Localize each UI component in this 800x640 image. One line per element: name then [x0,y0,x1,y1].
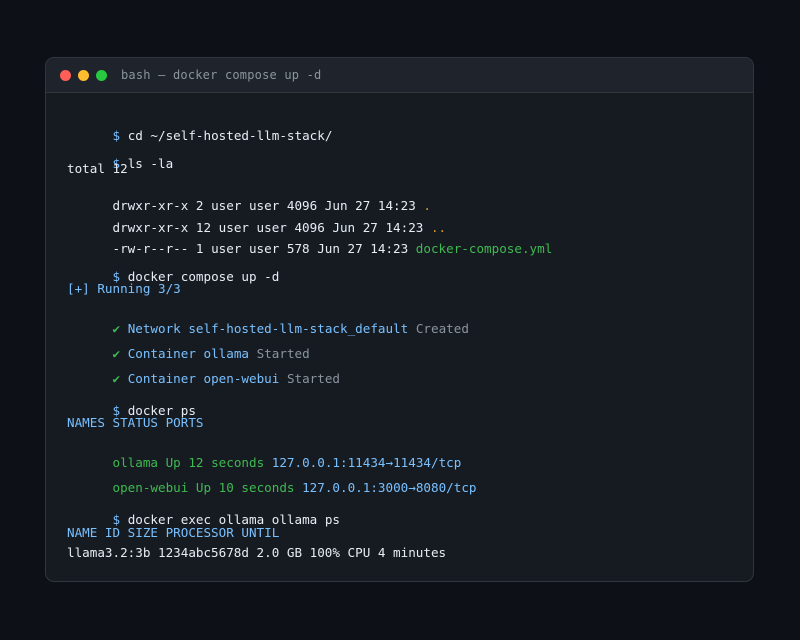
minimize-window-button[interactable] [78,69,89,81]
terminal-window: bash — docker compose up -d $ cd ~/self-… [45,57,754,582]
container-name: open-webui [112,480,189,495]
table-row: llama3.2:3b 1234abc5678d 2.0 GB 100% CPU… [67,545,447,560]
container-ports: 127.0.0.1:3000→8080/tcp [302,480,477,495]
container-status: Up 10 seconds [195,480,295,495]
close-window-button[interactable] [60,69,71,81]
resource-status: Created [415,321,469,336]
output-line: total 12 [67,161,128,176]
file-name: docker-compose.yml [415,241,553,256]
title-bar: bash — docker compose up -d [46,58,753,93]
table-header: NAMES STATUS PORTS [67,415,204,430]
check-icon: ✔ [112,371,121,386]
command-text: ls -la [127,156,174,171]
resource-status: Started [286,371,341,386]
window-title: bash — docker compose up -d [121,68,322,82]
output-line: [+] Running 3/3 [67,281,181,296]
maximize-window-button[interactable] [96,69,107,81]
table-header: NAME ID SIZE PROCESSOR UNTIL [67,525,280,540]
resource-name: Container open-webui [127,371,280,386]
